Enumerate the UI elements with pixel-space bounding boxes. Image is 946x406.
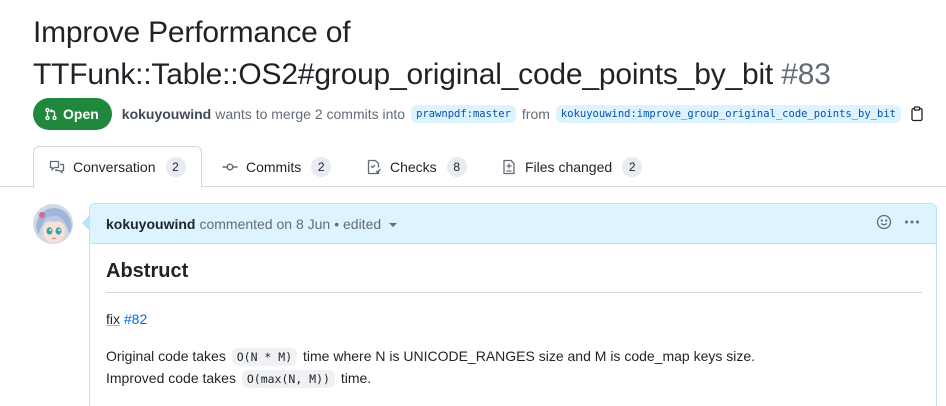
file-diff-icon — [503, 159, 515, 174]
complexity-paragraph: Original code takes O(N * M) time where … — [106, 346, 922, 390]
line2-text-end: time. — [340, 370, 372, 386]
tab-checks[interactable]: Checks 8 — [366, 146, 467, 187]
pr-title-line2: TTFunk::Table::OS2#group_original_code_p… — [33, 58, 774, 91]
smiley-icon[interactable] — [876, 214, 892, 230]
pr-number: #83 — [781, 58, 831, 91]
tab-label: Files changed — [525, 158, 613, 175]
pr-author-link[interactable]: kokuyouwind — [122, 106, 211, 122]
avatar[interactable] — [33, 204, 73, 244]
edited-dropdown[interactable]: • edited — [334, 215, 398, 232]
comment-heading: Abstruct — [106, 260, 922, 293]
line1-text: Original code takes — [106, 348, 226, 364]
comment-author-link[interactable]: kokuyouwind — [106, 216, 195, 232]
tab-commits[interactable]: Commits 2 — [222, 146, 332, 187]
tab-counter: 8 — [446, 156, 467, 177]
tab-label: Conversation — [73, 159, 156, 175]
comment-box: kokuyouwind commented on 8 Jun • edited … — [89, 203, 937, 406]
merge-text: wants to merge 2 commits into — [215, 106, 406, 122]
tab-label: Checks — [390, 158, 437, 175]
git-pull-request-icon — [45, 107, 57, 121]
tab-counter: 2 — [311, 156, 332, 177]
tab-counter: 2 — [165, 157, 186, 177]
pr-title: Improve Performance of TTFunk::Table::OS… — [33, 12, 933, 96]
git-commit-icon — [222, 162, 238, 170]
pr-meta: Open kokuyouwind wants to merge 2 commit… — [33, 98, 925, 130]
tab-counter: 2 — [622, 156, 643, 177]
comment-discussion-icon — [49, 160, 65, 174]
edited-label: • edited — [334, 215, 382, 232]
line2-text: Improved code takes — [106, 370, 236, 386]
tab-files-changed[interactable]: Files changed 2 — [501, 146, 643, 187]
state-badge: Open — [33, 98, 112, 130]
tab-conversation[interactable]: Conversation 2 — [33, 146, 202, 188]
line1-code: O(N * M) — [231, 348, 298, 366]
copy-icon[interactable] — [909, 106, 925, 122]
issue-link[interactable]: #82 — [124, 311, 147, 327]
comment-date[interactable]: commented on 8 Jun — [199, 216, 330, 232]
fix-line: fix #82 — [106, 309, 922, 330]
state-label: Open — [63, 106, 99, 122]
head-branch[interactable]: kokuyouwind:improve_group_original_code_… — [555, 105, 901, 123]
comment-header: kokuyouwind commented on 8 Jun • edited — [90, 204, 936, 244]
tab-label: Commits — [246, 158, 302, 175]
chevron-down-icon — [389, 222, 398, 227]
base-branch[interactable]: prawnpdf:master — [411, 105, 516, 123]
line1-text-end: time where N is UNICODE_RANGES size and … — [303, 348, 756, 364]
fix-link[interactable]: fix — [106, 311, 120, 327]
pr-title-line1: Improve Performance of — [33, 16, 351, 49]
kebab-horizontal-icon[interactable] — [904, 214, 920, 230]
checklist-icon — [367, 159, 381, 174]
comment-body: Abstruct fix #82 Original code takes O(N… — [106, 260, 922, 390]
pr-tabs: Conversation 2 Commits 2 Checks 8 Files … — [0, 146, 946, 188]
comment-actions — [876, 214, 920, 230]
from-text: from — [521, 106, 550, 122]
line2-code: O(max(N, M)) — [241, 370, 335, 388]
